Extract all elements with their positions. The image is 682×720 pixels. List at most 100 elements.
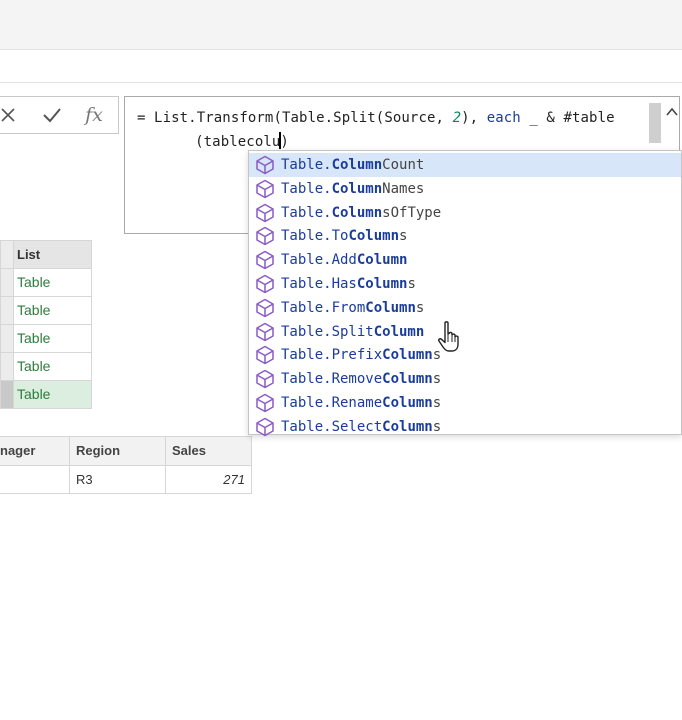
function-cube-icon xyxy=(256,322,274,341)
insert-function-button[interactable]: fx xyxy=(80,101,108,129)
item-prefix: Table. xyxy=(281,157,332,173)
table-row[interactable]: Table xyxy=(0,325,92,353)
table-row[interactable]: Table xyxy=(0,353,92,381)
item-prefix: Table. xyxy=(281,180,332,197)
close-icon[interactable] xyxy=(0,101,22,129)
item-prefix: Table.Rename xyxy=(281,395,383,411)
autocomplete-item[interactable]: Table.RenameColumns xyxy=(249,391,681,415)
detail-table-header: nager Region Sales xyxy=(0,436,252,466)
item-suffix: sOfType xyxy=(382,204,442,221)
formula-prefix: = List.Transform(Table.Split(Source, xyxy=(137,110,453,126)
table-link[interactable]: Table xyxy=(14,325,91,352)
formula-suffix: _ & #table xyxy=(520,110,615,126)
cell-sales[interactable]: 271 xyxy=(166,466,252,493)
item-suffix: Names xyxy=(382,180,425,197)
column-header-list[interactable]: List xyxy=(14,241,91,268)
item-match: Column xyxy=(382,395,433,411)
function-cube-icon xyxy=(256,346,274,365)
autocomplete-item-label: Table.FromColumns xyxy=(281,300,424,316)
table-link[interactable]: Table xyxy=(14,381,91,408)
autocomplete-item-label: Table.SplitColumn xyxy=(281,324,424,340)
autocomplete-item[interactable]: Table.ColumnsOfType xyxy=(249,201,681,225)
column-header-region[interactable]: Region xyxy=(70,437,166,465)
function-cube-icon xyxy=(256,274,274,294)
autocomplete-item[interactable]: Table.AddColumn xyxy=(249,248,681,272)
function-cube-icon xyxy=(256,417,274,437)
item-prefix: Table.Add xyxy=(281,252,357,269)
list-grid: List Table Table Table Table Table xyxy=(0,240,92,409)
item-suffix: s xyxy=(399,228,408,245)
scroll-thumb[interactable] xyxy=(649,103,661,143)
table-link[interactable]: Table xyxy=(14,269,91,296)
autocomplete-item-label: Table.SelectColumns xyxy=(281,419,441,435)
table-link[interactable]: Table xyxy=(14,353,91,380)
item-prefix: Table.To xyxy=(281,228,349,245)
autocomplete-item[interactable]: Table.ColumnNames xyxy=(249,177,681,201)
formula-number: 2 xyxy=(452,110,462,126)
formula-keyword: each xyxy=(486,110,521,126)
item-suffix: s xyxy=(432,395,442,411)
item-suffix: Count xyxy=(382,157,425,173)
item-prefix: Table.Has xyxy=(281,276,357,292)
autocomplete-popup: Table.ColumnCount Table.ColumnNames Table.… xyxy=(248,150,682,437)
autocomplete-item-label: Table.HasColumns xyxy=(281,276,416,292)
column-header-manager[interactable]: nager xyxy=(0,437,70,465)
autocomplete-item[interactable]: Table.HasColumns xyxy=(249,272,681,296)
cell-region[interactable]: R3 xyxy=(70,466,166,493)
formula-text[interactable]: = List.Transform(Table.Split(Source, 2),… xyxy=(137,106,615,154)
item-prefix: Table.Select xyxy=(281,418,383,435)
item-prefix: Table.Remove xyxy=(281,371,383,388)
item-match: Column xyxy=(382,371,433,388)
table-row-selected[interactable]: Table xyxy=(0,381,92,409)
item-suffix: s xyxy=(415,299,425,316)
autocomplete-item-label: Table.AddColumn xyxy=(281,252,407,268)
autocomplete-item-label: Table.RemoveColumns xyxy=(281,371,441,387)
cell-manager[interactable] xyxy=(0,466,70,493)
autocomplete-item-label: Table.ToColumns xyxy=(281,228,407,244)
function-cube-icon xyxy=(256,155,274,175)
item-match: Column xyxy=(382,418,433,435)
detail-table: nager Region Sales R3 271 xyxy=(0,436,252,494)
function-cube-icon xyxy=(256,369,274,389)
function-cube-icon xyxy=(256,203,274,222)
autocomplete-item[interactable]: Table.SelectColumns xyxy=(249,415,681,439)
item-match: Column xyxy=(356,276,408,292)
item-match: Column xyxy=(348,228,400,245)
item-match: Column xyxy=(365,299,416,316)
function-cube-icon xyxy=(256,250,274,270)
autocomplete-item-label: Table.ColumnCount xyxy=(281,157,424,173)
table-link[interactable]: Table xyxy=(14,297,91,324)
autocomplete-item[interactable]: Table.ColumnCount xyxy=(249,153,681,177)
item-suffix: s xyxy=(432,418,442,435)
formula-bar-buttons: fx xyxy=(0,96,119,134)
column-header-sales[interactable]: Sales xyxy=(166,437,252,465)
chevron-up-icon[interactable] xyxy=(665,105,679,119)
ribbon-area xyxy=(0,0,682,50)
function-cube-icon xyxy=(256,179,274,199)
function-cube-icon xyxy=(256,393,274,413)
autocomplete-item[interactable]: Table.RemoveColumns xyxy=(249,367,681,391)
item-suffix: s xyxy=(407,276,416,292)
autocomplete-item-label: Table.PrefixColumns xyxy=(281,347,441,363)
item-prefix: Table.Split xyxy=(281,323,374,340)
item-match: Column xyxy=(382,347,433,364)
list-grid-header: List xyxy=(0,240,92,269)
item-match: Column xyxy=(373,323,425,340)
item-suffix: s xyxy=(432,371,442,388)
item-match: Column xyxy=(331,180,383,197)
formula-mid: ), xyxy=(461,110,487,126)
item-prefix: Table.From xyxy=(281,299,366,316)
autocomplete-item[interactable]: Table.SplitColumn xyxy=(249,320,681,344)
function-cube-icon xyxy=(256,227,274,246)
table-row: R3 271 xyxy=(0,466,252,494)
function-cube-icon xyxy=(256,298,274,318)
table-row[interactable]: Table xyxy=(0,297,92,325)
check-icon[interactable] xyxy=(38,101,66,129)
item-match: Column xyxy=(331,204,383,221)
autocomplete-item-label: Table.ColumnNames xyxy=(281,181,424,197)
table-row[interactable]: Table xyxy=(0,269,92,297)
item-match: Column xyxy=(356,252,408,269)
autocomplete-item[interactable]: Table.PrefixColumns xyxy=(249,343,681,367)
autocomplete-item[interactable]: Table.ToColumns xyxy=(249,224,681,248)
autocomplete-item[interactable]: Table.FromColumns xyxy=(249,296,681,320)
